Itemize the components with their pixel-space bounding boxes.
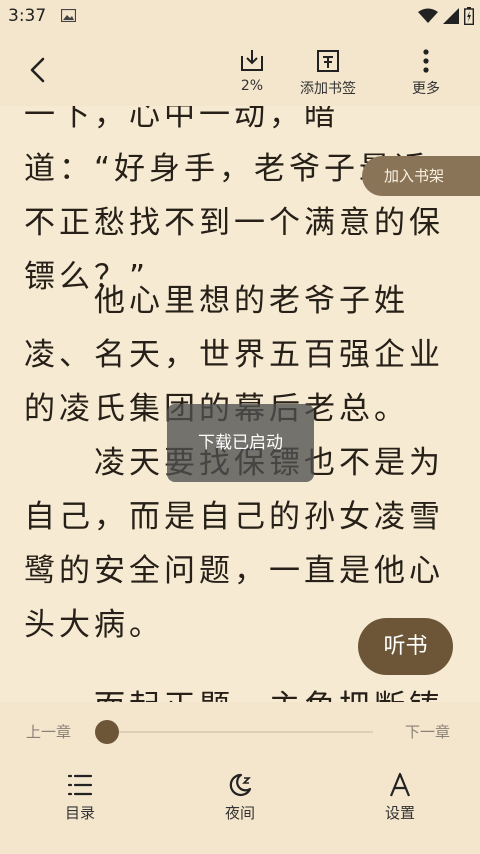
add-to-shelf-button[interactable]: 加入书架	[362, 156, 480, 196]
nav-label: 目录	[64, 804, 95, 822]
back-button[interactable]	[22, 54, 54, 86]
text-paragraph: 而起正题，主角把断铸余	[24, 680, 460, 702]
more-label: 更多	[412, 81, 440, 97]
add-bookmark-button[interactable]: 添加书签	[300, 48, 356, 98]
signal-icon	[443, 8, 459, 24]
bottom-nav: 目录 夜间 设置	[0, 758, 480, 854]
add-bookmark-label: 添加书签	[300, 81, 356, 97]
nav-catalog[interactable]: 目录	[35, 772, 125, 823]
nav-night-mode[interactable]: 夜间	[195, 772, 285, 823]
progress-thumb[interactable]	[95, 720, 119, 744]
download-button[interactable]: 2%	[238, 48, 266, 94]
nav-label: 夜间	[224, 804, 255, 822]
nav-label: 设置	[384, 804, 415, 822]
prev-chapter-button[interactable]: 上一章	[26, 721, 71, 742]
reader-top-bar: 2% 添加书签 更多	[0, 32, 480, 106]
gallery-icon	[61, 9, 76, 22]
back-arrow-icon	[30, 57, 45, 83]
chapter-progress-bar: 上一章 下一章	[0, 702, 480, 758]
night-mode-icon	[229, 773, 252, 797]
download-icon	[241, 50, 263, 71]
listen-button[interactable]: 听书	[358, 618, 453, 675]
download-toast: 下载已启动	[167, 404, 314, 482]
wifi-icon	[418, 8, 438, 23]
status-bar: 3:37	[0, 0, 480, 32]
more-vertical-icon	[423, 49, 429, 73]
next-chapter-button[interactable]: 下一章	[405, 721, 450, 742]
download-progress-label: 2%	[240, 78, 264, 94]
battery-icon	[464, 7, 474, 25]
more-button[interactable]: 更多	[412, 48, 440, 98]
settings-font-icon	[389, 772, 411, 797]
progress-track[interactable]	[107, 731, 373, 733]
catalog-icon	[67, 774, 93, 796]
bookmark-add-icon	[317, 50, 339, 72]
status-time: 3:37	[8, 6, 47, 26]
nav-settings[interactable]: 设置	[355, 772, 445, 823]
